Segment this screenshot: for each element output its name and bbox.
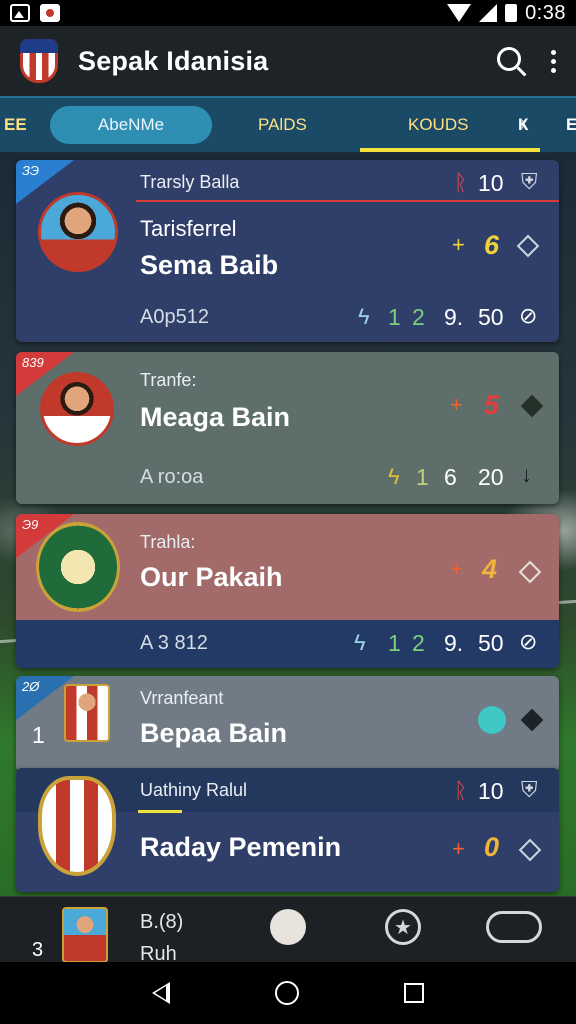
card-top-number: 10 [478, 170, 504, 196]
card-code: A ro:oa [140, 466, 204, 488]
stat-a: 1 [388, 630, 401, 656]
wifi-icon [447, 4, 472, 22]
clock-icon[interactable]: ⊘ [519, 629, 537, 655]
transfer-card[interactable]: 839 Tranfe: Meaga Bain + 5 A ro:oa ϟ 1 6… [16, 352, 559, 504]
stat-b: 2 [412, 304, 425, 330]
card-value: 5 [484, 390, 500, 420]
stat-c: 9. [444, 304, 464, 330]
club-logo-icon [20, 39, 58, 83]
player-name: Raday Pemenin [140, 832, 342, 862]
toggle-button[interactable] [486, 911, 542, 943]
crest-icon[interactable]: ⛨ [521, 777, 538, 803]
bolt-icon: ϟ [354, 630, 366, 655]
card-code: A 3 812 [140, 632, 208, 654]
stat-a: 1 [388, 304, 401, 330]
player-avatar [64, 684, 110, 742]
stat-c: 6 [444, 464, 457, 490]
diamond-icon [518, 560, 542, 584]
recent-apps-icon[interactable] [403, 983, 424, 1003]
club-crest-icon [36, 522, 120, 612]
diamond-icon [520, 708, 544, 732]
tab-palds[interactable]: PAlDS [258, 115, 307, 135]
card-title: Tarisferrel [140, 216, 237, 241]
stat-d: 50 [478, 304, 504, 330]
transfer-card[interactable]: ЗЭ Trarsly Balla ᚱ 10 ⛨ Tarisferrel Sema… [16, 160, 559, 342]
tab-ee[interactable]: EE [0, 115, 48, 135]
selected-tab-indicator [360, 148, 540, 152]
up-red-icon: ᚱ [454, 170, 468, 195]
stat-b: 2 [412, 630, 425, 656]
player-name: Sema Baib [140, 250, 279, 280]
clock: 0:38 [525, 1, 566, 24]
signal-icon [479, 4, 498, 22]
compass-icon[interactable] [478, 706, 506, 734]
rank-number: 1 [32, 722, 45, 748]
card-value: 0 [484, 832, 500, 862]
up-red-icon: ᚱ [454, 778, 468, 803]
star-badge-button[interactable]: ★ [385, 909, 421, 945]
stat-d: 50 [478, 630, 504, 656]
player-avatar [38, 192, 118, 272]
home-icon[interactable] [274, 981, 299, 1005]
card-meta: Trarsly Balla [140, 172, 240, 192]
back-icon[interactable] [152, 982, 171, 1004]
tab-abenme[interactable]: AbeNMe [50, 106, 212, 144]
app-notification-icon [40, 4, 60, 22]
transfer-card[interactable]: Uathiny Ralul ᚱ 10 ⛨ Raday Pemenin + 0 [16, 768, 559, 892]
diamond-icon [518, 838, 542, 862]
bolt-icon: ϟ [388, 464, 400, 489]
down-arrow-icon[interactable]: ↓ [521, 462, 532, 488]
player-avatar [62, 907, 108, 963]
tab-e[interactable]: E [566, 115, 576, 135]
club-crest-icon [38, 776, 116, 876]
search-icon[interactable] [497, 47, 521, 71]
emoji-button[interactable] [270, 909, 306, 945]
transfer-card[interactable]: 2Ø 1 Vrranfeant Bepaa Bain [16, 676, 559, 772]
crest-icon[interactable]: ⛨ [521, 169, 538, 195]
rank-number: 3 [32, 939, 44, 961]
status-bar: 0:38 [0, 0, 576, 26]
stat-d: 20 [478, 464, 504, 490]
transfer-card[interactable]: Э9 Trahla: Our Pakaih + 4 A 3 812 ϟ 1 2 … [16, 514, 559, 668]
card-value: 4 [482, 554, 498, 584]
plus-icon: + [450, 392, 463, 417]
card-meta: Tranfe: [140, 370, 197, 390]
card-meta: Vrranfeant [140, 688, 224, 708]
gallery-icon [10, 4, 30, 22]
player-name: Our Pakaih [140, 562, 283, 592]
card-value: 6 [484, 230, 500, 260]
tab-bar: EE AbeNMe PAlDS KOUDS Ҝ E [0, 96, 576, 152]
battery-icon [505, 4, 518, 22]
player-name: Bepaa Bain [140, 718, 288, 748]
stat-c: 9. [444, 630, 464, 656]
bottom-action-bar: 3 B.(8) Ruh ★ [0, 896, 576, 965]
card-top-number: 10 [478, 778, 504, 804]
diamond-icon [516, 234, 540, 258]
card-meta: Trahla: [140, 532, 196, 552]
app-bar: Sepak Idanisia [0, 26, 576, 96]
plus-icon: + [450, 556, 463, 581]
bolt-icon: ϟ [358, 304, 370, 329]
card-code: A0p512 [140, 306, 209, 328]
stat-a: 1 [416, 464, 429, 490]
more-options-icon[interactable] [551, 49, 556, 73]
player-name: Meaga Bain [140, 402, 291, 432]
plus-icon: + [452, 232, 465, 257]
app-title: Sepak Idanisia [78, 45, 269, 76]
tab-kouds[interactable]: KOUDS [408, 115, 468, 135]
player-avatar [40, 372, 114, 446]
bottom-label-top: B.(8) [140, 911, 184, 933]
system-navigation-bar [0, 962, 576, 1024]
plus-icon: + [452, 836, 465, 861]
card-meta: Uathiny Ralul [140, 780, 248, 800]
clock-icon[interactable]: ⊘ [519, 303, 537, 329]
diamond-icon [520, 394, 544, 418]
tab-more[interactable]: Ҝ [518, 115, 528, 135]
